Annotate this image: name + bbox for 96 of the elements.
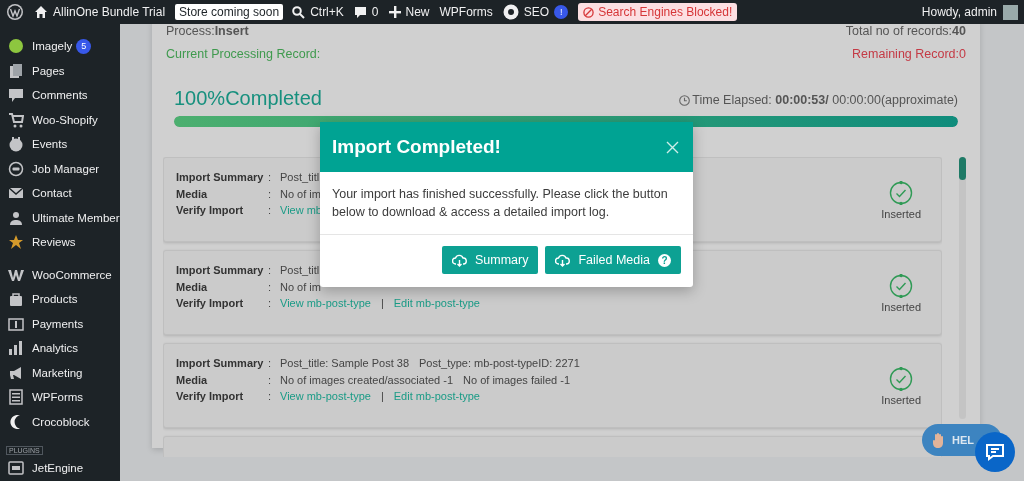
link-divider: |: [380, 390, 384, 403]
menu-item[interactable]: Marketing: [0, 360, 120, 385]
field-value: Post_title: Sample Post 38: [280, 357, 409, 370]
field-label: Import Summary: [176, 170, 265, 185]
search-engines-alert[interactable]: Search Engines Blocked!: [578, 3, 738, 21]
field-label: Verify Import: [176, 389, 245, 404]
bag-icon: [8, 291, 24, 308]
colon-text: :: [268, 280, 273, 293]
cart-icon: [8, 111, 24, 128]
search-icon: [292, 5, 306, 19]
field-label: Import Summary: [176, 356, 265, 371]
status-text: Inserted: [881, 394, 922, 406]
menu-item[interactable]: Job Manager: [0, 156, 120, 181]
field-value: No of images failed -1: [463, 373, 571, 386]
wpforms-link[interactable]: WPForms: [439, 5, 493, 19]
field-value: No of im: [280, 187, 321, 200]
search-shortcut[interactable]: Ctrl+K: [310, 5, 344, 19]
field-label: Verify Import: [176, 203, 245, 218]
colon-text: :: [268, 264, 273, 277]
field-label: Media: [176, 186, 209, 201]
menu-item[interactable]: Reviews: [0, 230, 120, 255]
menu-item[interactable]: Ultimate Member: [0, 205, 120, 230]
avatar-icon[interactable]: [1003, 4, 1018, 20]
blocked-icon: [583, 6, 595, 18]
field-value: Post_type: mb-post-typeID: 2271: [419, 357, 580, 370]
help-badge: ?: [658, 253, 671, 267]
count-badge: 5: [76, 38, 92, 54]
menu-item[interactable]: Woo-Shopify: [0, 107, 120, 132]
colon-text: :: [268, 357, 273, 370]
menu-item[interactable]: Events: [0, 132, 120, 157]
total-records-text: Total no of records:40: [845, 24, 966, 38]
chat-icon: [985, 443, 1005, 461]
comment-icon: [353, 5, 367, 19]
comment-count[interactable]: 0: [371, 5, 379, 19]
scrollbar[interactable]: [959, 157, 966, 419]
colon-text: :: [268, 204, 273, 217]
colon-text: :: [268, 187, 273, 200]
menu-item[interactable]: Contact: [0, 181, 120, 206]
field-value: No of im: [280, 280, 321, 293]
menu-item[interactable]: Products: [0, 287, 120, 312]
chat-button[interactable]: [975, 432, 1015, 472]
clock-icon: [679, 94, 691, 106]
colon-text: :: [268, 297, 273, 310]
account-greeting[interactable]: Howdy, admin: [921, 5, 997, 19]
completion-text: 100%Completed: [174, 87, 322, 110]
link-divider: |: [380, 297, 384, 310]
menu-item[interactable]: Payments: [0, 311, 120, 336]
store-status-badge: Store coming soon: [175, 4, 284, 20]
field-value: No of images created/associated -1: [280, 373, 454, 386]
field-label: Verify Import: [176, 296, 245, 311]
bar-chart-icon: [8, 340, 24, 357]
star-icon: [8, 234, 24, 251]
pages-icon: [8, 62, 24, 79]
menu-item[interactable]: Imagely 5: [0, 34, 120, 59]
comment-icon: [8, 87, 24, 104]
menu-item[interactable]: WooCommerce: [0, 262, 120, 287]
cloud-download-icon: [555, 253, 571, 267]
field-label: Media: [176, 372, 209, 387]
time-elapsed-text: Time Elapsed: 00:00:53/ 00:00:00(approximate): [692, 93, 958, 107]
menu-item[interactable]: Comments: [0, 83, 120, 108]
field-value: Post_titl: [280, 264, 320, 277]
check-circle-icon: [889, 181, 914, 205]
menu-item[interactable]: JetEngine: [0, 456, 120, 481]
menu-item[interactable]: Pages: [0, 58, 120, 83]
site-link[interactable]: AllinOne Bundle Trial: [53, 5, 166, 19]
form-icon: [8, 389, 24, 406]
notification-badge: !: [554, 5, 569, 19]
colon-text: :: [268, 373, 273, 386]
plus-icon: [388, 6, 401, 18]
check-circle-icon: [889, 367, 914, 391]
logo-icon[interactable]: [6, 3, 24, 21]
dialog-title: Import Completed!: [332, 136, 501, 158]
seo-link[interactable]: SEO: [523, 5, 550, 19]
colon-text: :: [268, 390, 273, 403]
hand-icon: [932, 432, 946, 448]
megaphone-icon: [8, 364, 24, 381]
dialog-message: Your import has finished successfully. Please click the button below to download & access a detailed import log.: [320, 172, 693, 235]
status-text: Inserted: [881, 208, 922, 220]
home-icon: [34, 5, 48, 19]
current-record-text: Current Processing Record:: [166, 47, 321, 61]
menu-item[interactable]: Crocoblock: [0, 409, 120, 434]
check-circle-icon: [889, 274, 914, 298]
circle-icon: [8, 38, 24, 55]
user-icon: [8, 209, 24, 226]
field-value: Post_titl: [280, 171, 320, 184]
process-text: Process:Insert: [166, 24, 249, 38]
status-text: Inserted: [881, 301, 922, 313]
menu-item[interactable]: Analytics: [0, 336, 120, 361]
close-icon[interactable]: [666, 140, 679, 154]
remaining-record-text: Remaining Record:0: [852, 47, 966, 61]
field-label: Media: [176, 279, 209, 294]
new-link[interactable]: New: [405, 5, 430, 19]
colon-text: :: [268, 171, 273, 184]
menu-item[interactable]: WPForms: [0, 385, 120, 410]
field-label: Import Summary: [176, 263, 265, 278]
cloud-download-icon: [451, 253, 467, 267]
